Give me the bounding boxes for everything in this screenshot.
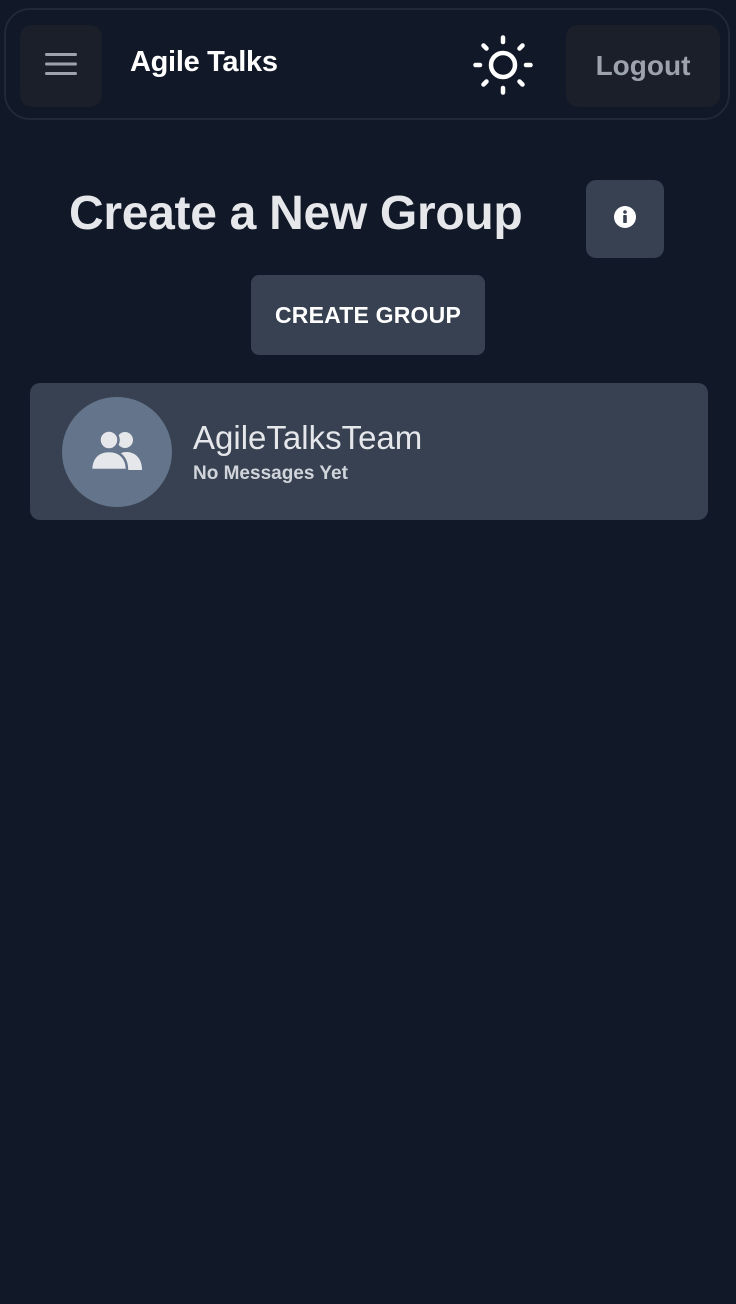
group-list-item[interactable]: AgileTalksTeam No Messages Yet bbox=[30, 383, 708, 520]
theme-toggle-button[interactable] bbox=[468, 32, 538, 102]
info-icon bbox=[613, 205, 637, 234]
app-title: Agile Talks bbox=[130, 46, 278, 78]
top-navbar: Agile Talks Logout bbox=[4, 8, 730, 120]
sun-icon bbox=[473, 34, 533, 100]
group-avatar bbox=[62, 397, 172, 507]
info-button[interactable] bbox=[586, 180, 664, 258]
menu-button[interactable] bbox=[20, 25, 102, 107]
users-icon bbox=[89, 428, 144, 477]
app-page: Agile Talks Logout Create a New Group CR… bbox=[0, 0, 736, 1304]
hamburger-menu-icon bbox=[44, 51, 78, 82]
group-name: AgileTalksTeam bbox=[193, 419, 423, 456]
create-group-button[interactable]: CREATE GROUP bbox=[251, 275, 485, 355]
group-last-message: No Messages Yet bbox=[193, 463, 348, 484]
page-title: Create a New Group bbox=[69, 187, 523, 240]
logout-button[interactable]: Logout bbox=[566, 25, 720, 107]
